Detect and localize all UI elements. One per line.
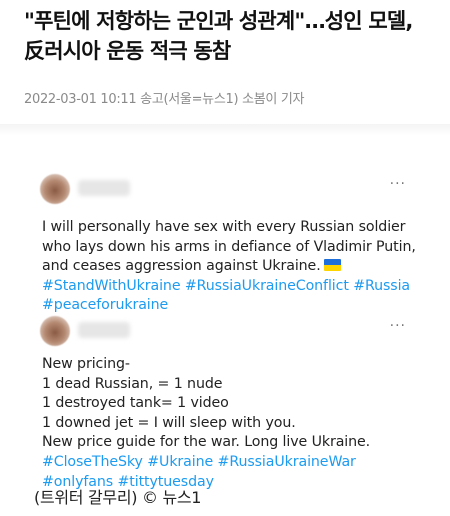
tweet-text-line: and ceases aggression against Ukraine. [42, 257, 422, 277]
more-options-icon[interactable]: ··· [390, 318, 406, 334]
tweet-text-line: 1 dead Russian, = 1 nude [42, 375, 223, 392]
tweet-2-header: ··· [26, 316, 428, 356]
article-headline: "푸틴에 저항하는 군인과 성관계"…성인 모델, 反러시아 운동 적극 동참 [24, 6, 444, 66]
blurred-username [78, 322, 130, 338]
hashtag-line[interactable]: #StandWithUkraine #RussiaUkraineConflict… [42, 277, 422, 297]
tweet-text-segment: and ceases aggression against Ukraine. [42, 258, 321, 275]
tweet-1-body: I will personally have sex with every Ru… [42, 218, 422, 316]
tweet-screenshot: ··· I will personally have sex with ever… [26, 156, 428, 490]
more-options-icon[interactable]: ··· [390, 176, 406, 192]
avatar [40, 174, 70, 204]
tweet-text-line: who lays down his arms in defiance of Vl… [42, 238, 416, 255]
blurred-username [78, 180, 130, 196]
ukraine-flag-icon [323, 259, 341, 272]
section-divider [0, 124, 450, 136]
tweet-2-body: New pricing- 1 dead Russian, = 1 nude 1 … [42, 355, 422, 492]
image-caption: (트위터 갈무리) © 뉴스1 [34, 488, 202, 507]
tweet-1-header: ··· [26, 174, 428, 214]
tweet-text-line: 1 downed jet = I will sleep with you. [42, 414, 296, 431]
tweet-text-line: 1 destroyed tank= 1 video [42, 395, 229, 412]
tweet-text-line: I will personally have sex with every Ru… [42, 219, 406, 235]
tweet-text-line: New pricing- [42, 356, 130, 372]
hashtag-line[interactable]: #peaceforukraine [42, 296, 422, 316]
article-byline: 2022-03-01 10:11 송고(서울=뉴스1) 소봄이 기자 [24, 92, 305, 107]
avatar [40, 316, 70, 346]
hashtag-line[interactable]: #CloseTheSky #Ukraine #RussiaUkraineWar [42, 453, 422, 473]
headline-line-1: "푸틴에 저항하는 군인과 성관계"…성인 모델, [24, 9, 413, 33]
headline-line-2: 反러시아 운동 적극 동참 [24, 39, 231, 63]
tweet-text-line: New price guide for the war. Long live U… [42, 434, 371, 451]
